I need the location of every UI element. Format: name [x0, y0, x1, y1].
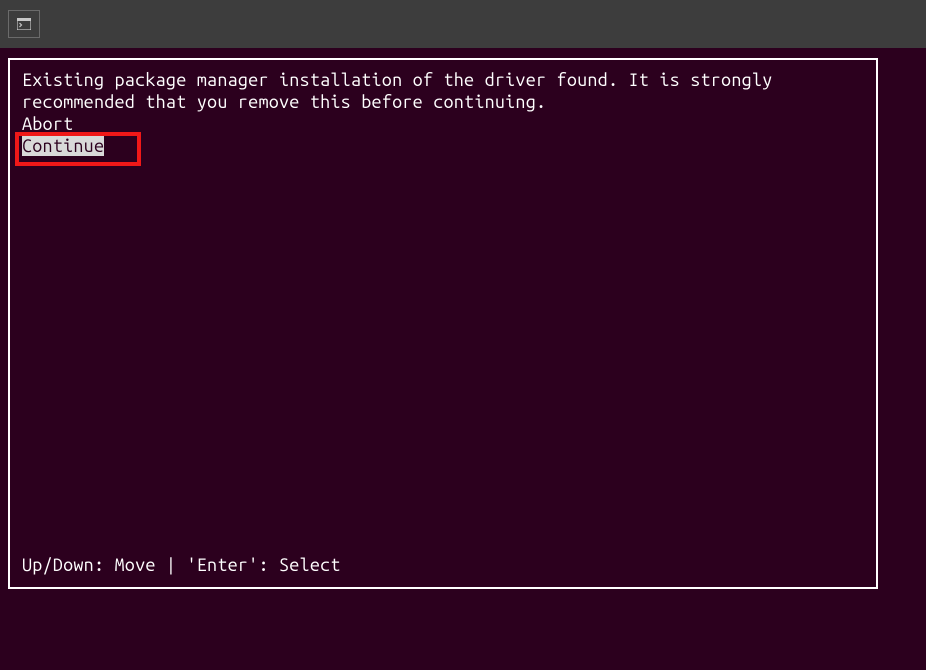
- installer-dialog: Existing package manager installation of…: [8, 58, 878, 589]
- dialog-message: Existing package manager installation of…: [22, 70, 783, 112]
- dialog-footer: Up/Down: Move | 'Enter': Select: [22, 555, 864, 577]
- option-continue[interactable]: Continue: [22, 136, 104, 156]
- option-abort[interactable]: Abort: [22, 114, 73, 134]
- dialog-content: Existing package manager installation of…: [22, 70, 864, 555]
- terminal-icon: [17, 18, 31, 30]
- window-title-bar: [0, 0, 926, 48]
- titlebar-terminal-button[interactable]: [8, 10, 40, 38]
